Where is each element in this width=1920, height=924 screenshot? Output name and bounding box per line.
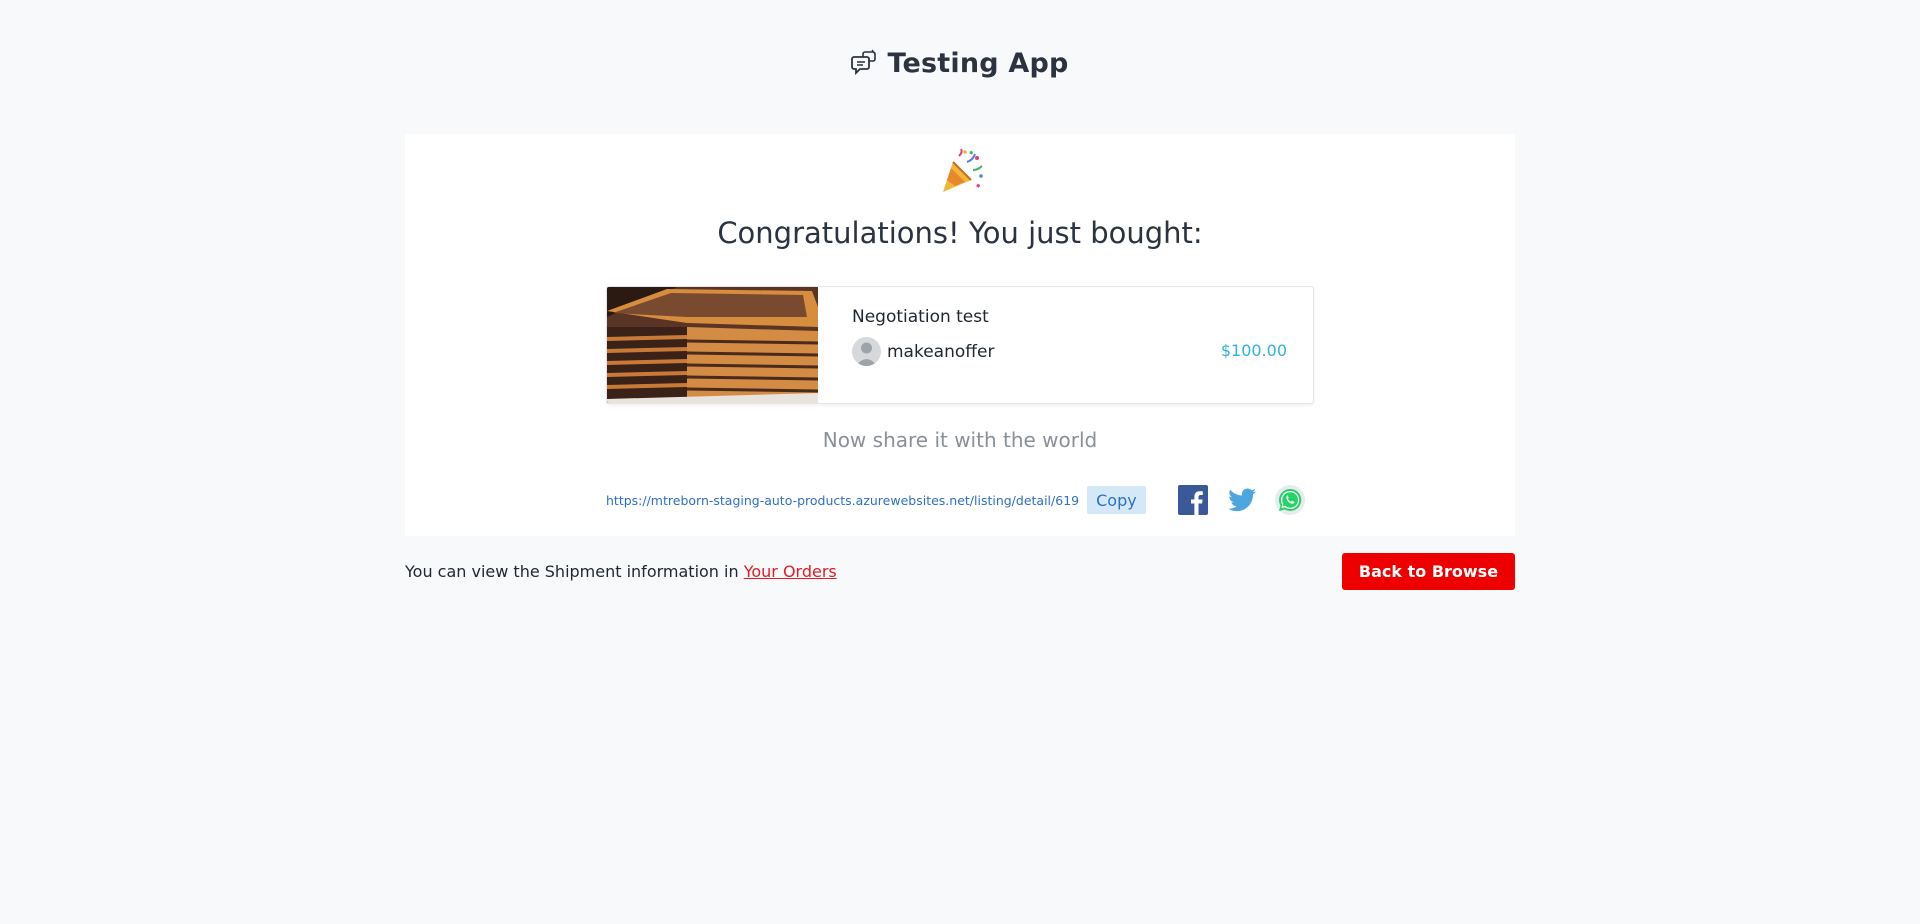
shipment-info: You can view the Shipment information in… bbox=[405, 562, 837, 581]
app-title: Testing App bbox=[887, 48, 1069, 79]
twitter-icon[interactable] bbox=[1226, 484, 1258, 516]
facebook-icon[interactable] bbox=[1177, 484, 1209, 516]
seller-name: makeanoffer bbox=[887, 341, 995, 362]
product-price: $100.00 bbox=[1220, 341, 1287, 360]
whatsapp-icon[interactable] bbox=[1274, 484, 1306, 516]
back-to-browse-button[interactable]: Back to Browse bbox=[1342, 553, 1515, 590]
product-info: Negotiation test makeanoffer $100.00 bbox=[818, 287, 1313, 403]
copy-button[interactable]: Copy bbox=[1087, 486, 1146, 514]
avatar bbox=[852, 337, 881, 366]
your-orders-link[interactable]: Your Orders bbox=[744, 562, 837, 581]
product-name: Negotiation test bbox=[852, 307, 989, 327]
shipment-text: You can view the Shipment information in bbox=[405, 562, 744, 581]
congratulations-heading: Congratulations! You just bought: bbox=[717, 216, 1203, 250]
share-url-link[interactable]: https://mtreborn-staging-auto-products.a… bbox=[606, 493, 1079, 508]
app-header: Testing App bbox=[0, 48, 1920, 79]
purchased-product-card[interactable]: Negotiation test makeanoffer $100.00 bbox=[606, 286, 1314, 404]
share-prompt: Now share it with the world bbox=[822, 428, 1098, 452]
chat-bubbles-icon bbox=[851, 49, 879, 79]
party-popper-icon bbox=[937, 148, 985, 196]
layered-cake-image bbox=[607, 287, 819, 403]
seller-info: makeanoffer bbox=[852, 337, 994, 366]
share-link-row: https://mtreborn-staging-auto-products.a… bbox=[606, 486, 1146, 514]
